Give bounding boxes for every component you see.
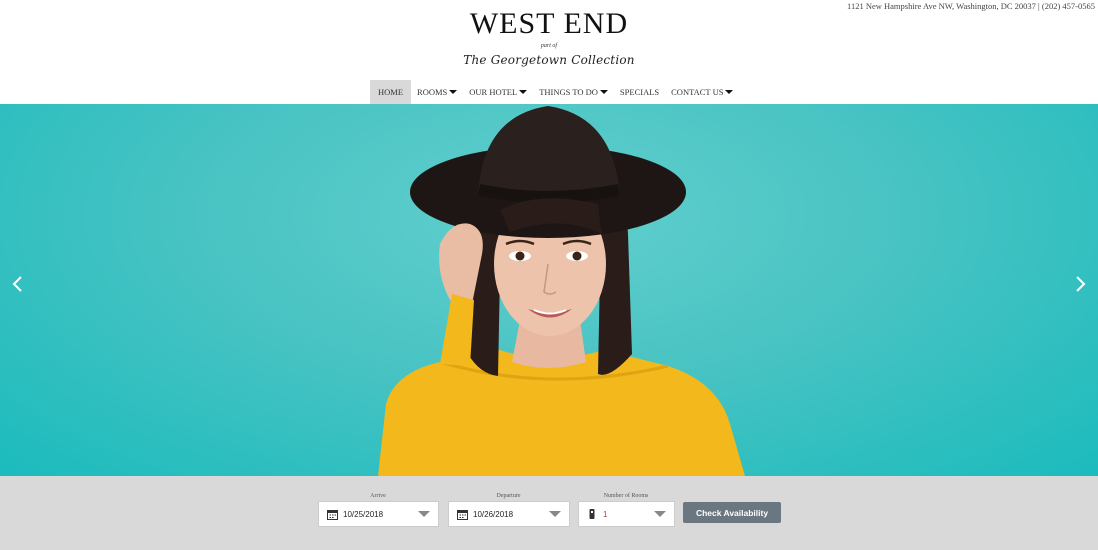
arrive-date-value: 10/25/2018 xyxy=(343,509,384,519)
caret-down-icon xyxy=(725,90,734,94)
nav-item-our-hotel[interactable]: OUR HOTEL xyxy=(463,80,533,104)
nav-item-label: CONTACT US xyxy=(671,87,724,97)
caret-down-icon xyxy=(449,90,458,94)
nav-item-label: ROOMS xyxy=(417,87,448,97)
nav-item-label: OUR HOTEL xyxy=(469,87,518,97)
rooms-value: 1 xyxy=(603,509,608,519)
rooms-label: Number of Rooms xyxy=(603,493,649,499)
nav-item-rooms[interactable]: ROOMS xyxy=(411,80,463,104)
calendar-icon xyxy=(457,508,469,520)
logo-part-of: part of xyxy=(540,43,558,49)
calendar-icon xyxy=(327,508,339,520)
logo[interactable]: WEST END part of The Georgetown Collecti… xyxy=(0,6,1098,76)
chevron-right-icon xyxy=(1076,276,1086,292)
check-availability-button[interactable]: Check Availability xyxy=(683,502,781,523)
room-key-icon xyxy=(587,508,599,520)
logo-title: WEST END xyxy=(469,7,629,40)
caret-down-icon xyxy=(519,90,528,94)
departure-date-value: 10/26/2018 xyxy=(473,509,514,519)
chevron-down-icon xyxy=(654,511,666,517)
hero-slider xyxy=(0,104,1098,476)
logo-collection: The Georgetown Collection xyxy=(463,53,635,67)
nav-item-things-to-do[interactable]: THINGS TO DO xyxy=(533,80,614,104)
departure-label: Departure xyxy=(496,493,521,499)
nav-item-label: SPECIALS xyxy=(619,87,660,97)
booking-bar: Arrive 10/25/2018 Departure 10/26/2018 N… xyxy=(0,476,1098,550)
nav-item-contact-us[interactable]: CONTACT US xyxy=(665,80,739,104)
chevron-down-icon xyxy=(549,511,561,517)
hero-image xyxy=(378,106,745,476)
nav-item-label: HOME xyxy=(378,87,404,97)
caret-down-icon xyxy=(599,90,608,94)
nav-item-label: THINGS TO DO xyxy=(539,87,598,97)
arrive-date-field[interactable]: 10/25/2018 xyxy=(318,501,439,527)
nav-item-home[interactable]: HOME xyxy=(370,80,412,104)
chevron-down-icon xyxy=(418,511,430,517)
chevron-left-icon xyxy=(12,276,22,292)
slider-prev-button[interactable] xyxy=(8,274,28,294)
slider-next-button[interactable] xyxy=(1070,274,1090,294)
rooms-select[interactable]: 1 xyxy=(578,501,675,527)
arrive-label: Arrive xyxy=(370,493,386,499)
departure-date-field[interactable]: 10/26/2018 xyxy=(448,501,570,527)
nav-item-specials[interactable]: SPECIALS xyxy=(614,80,665,104)
main-nav: HOME ROOMS OUR HOTEL THINGS TO DO SPECIA… xyxy=(370,80,739,104)
